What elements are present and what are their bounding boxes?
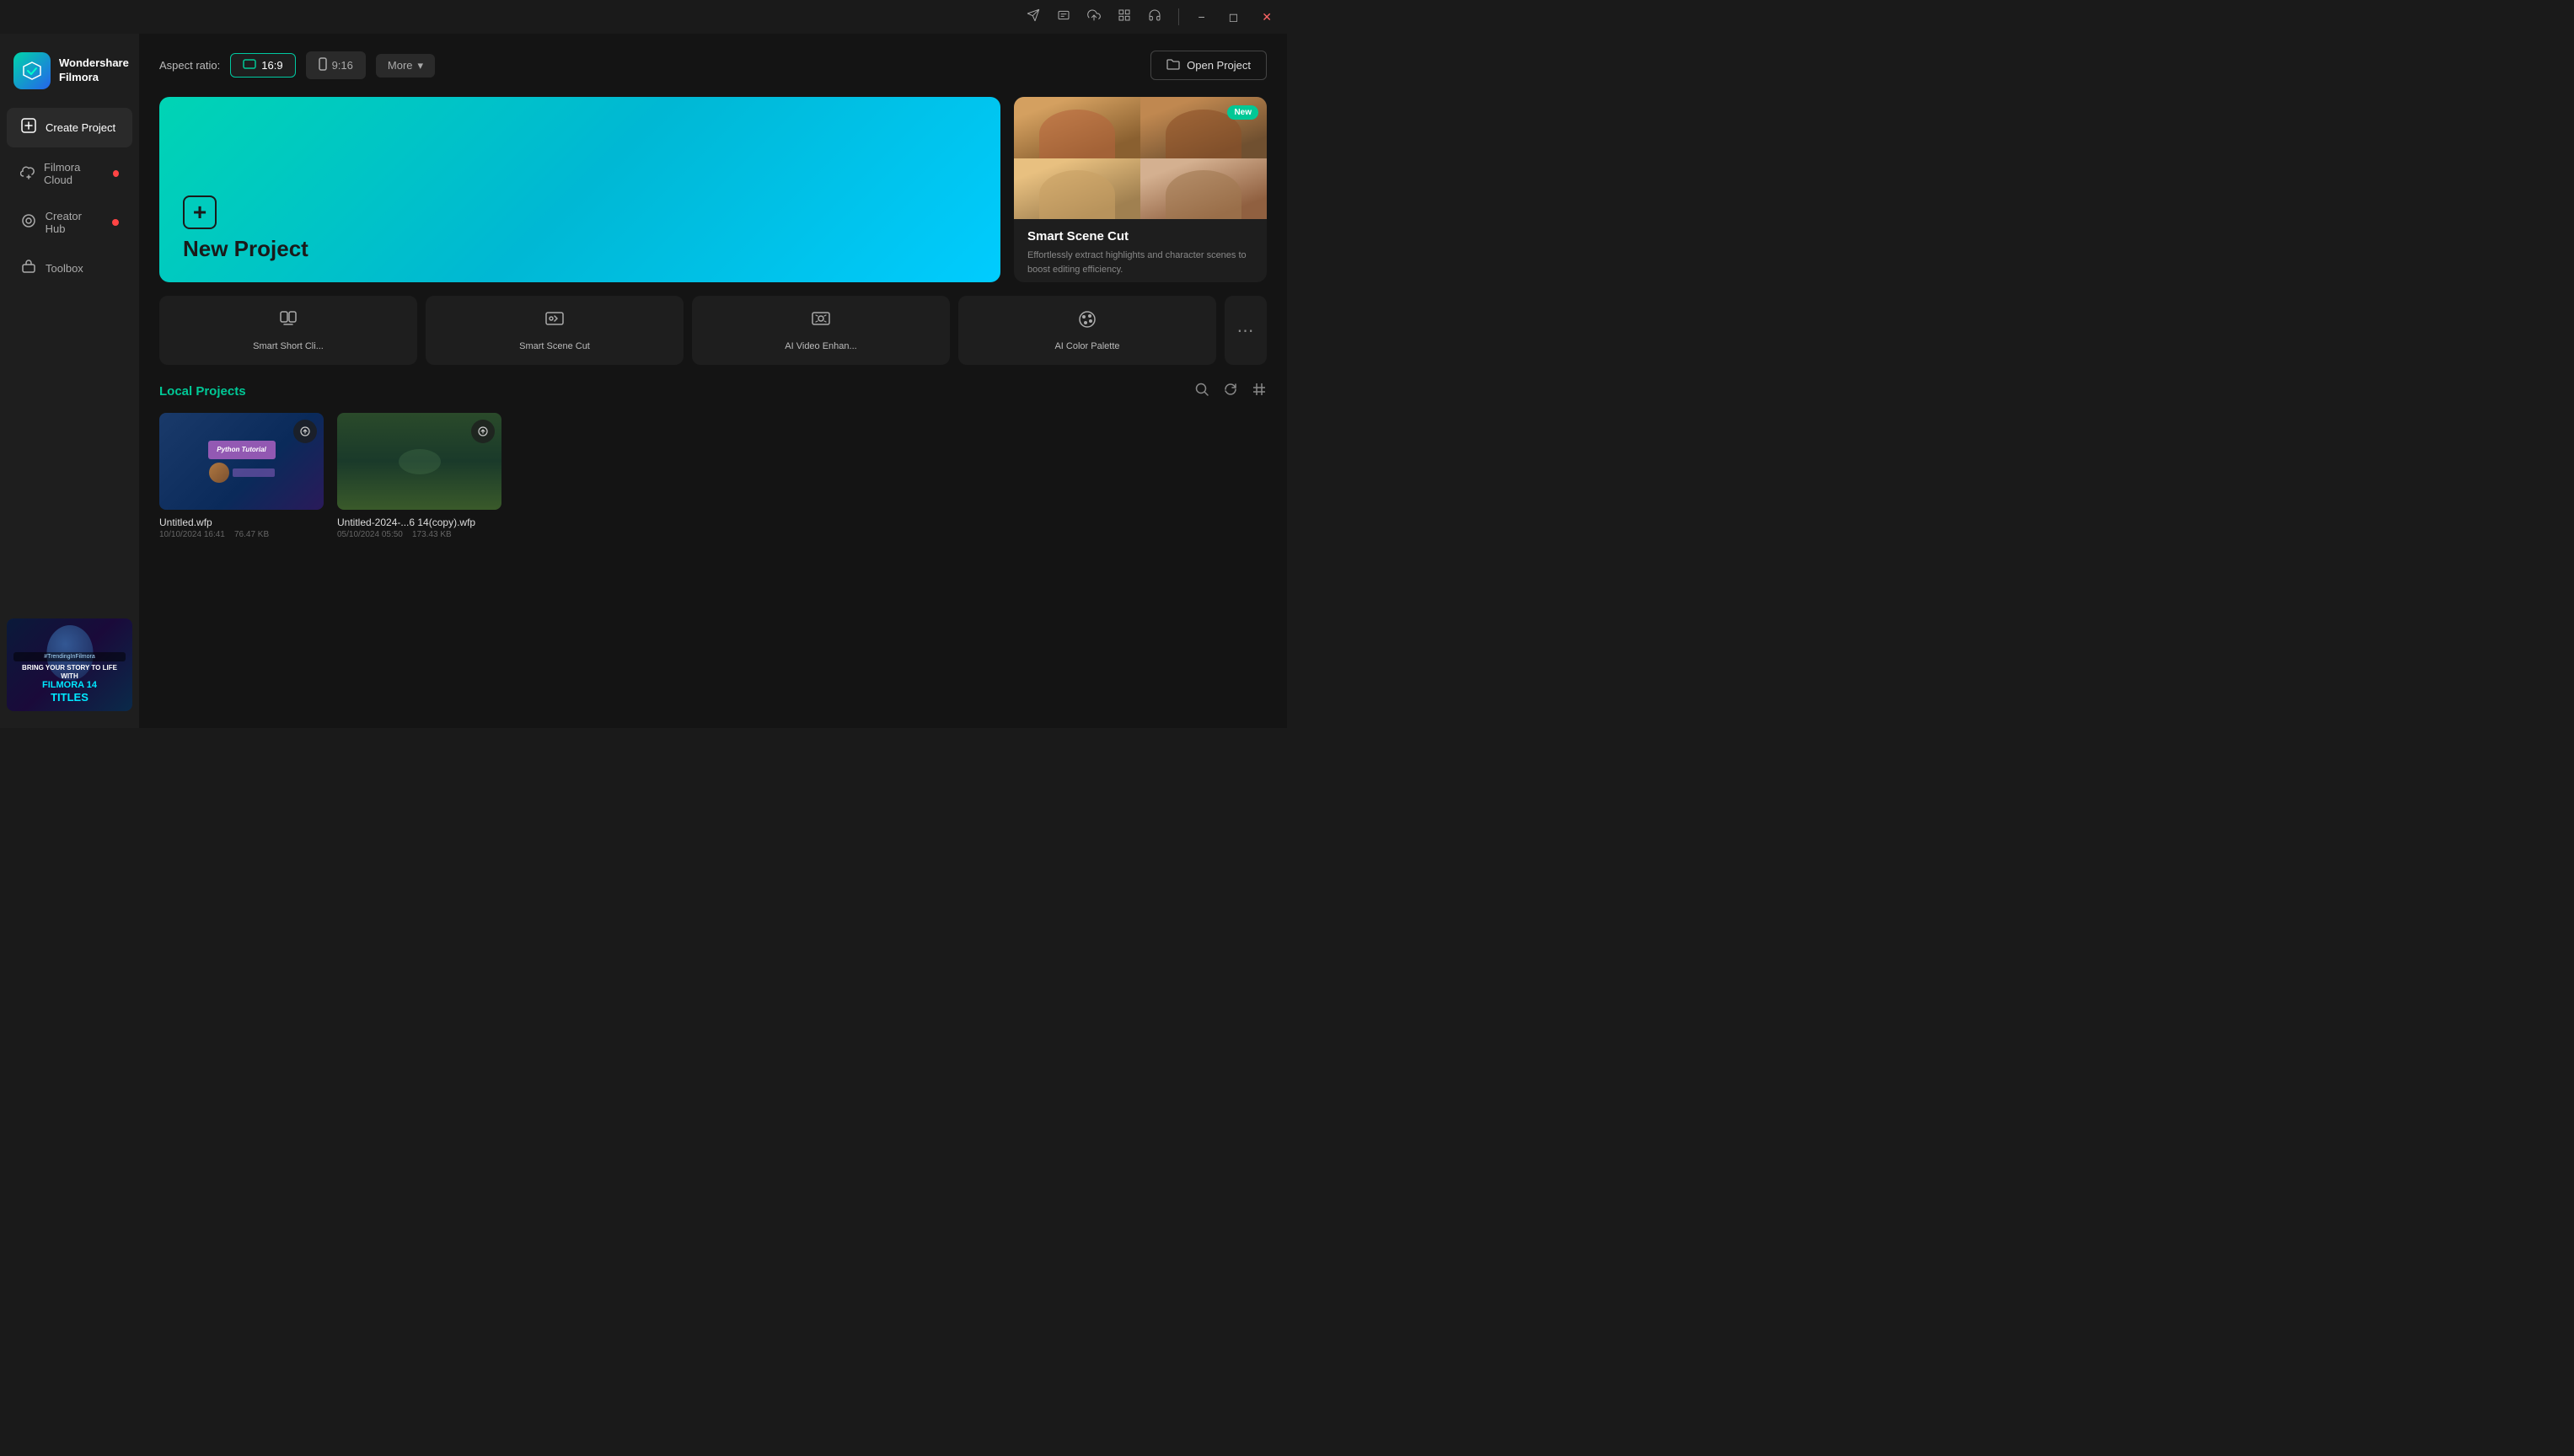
- feature-card-image: New: [1014, 97, 1267, 219]
- grid-icon[interactable]: [1118, 8, 1131, 26]
- monitor-icon: [243, 59, 256, 72]
- app-logo-icon: [13, 52, 51, 89]
- upload-cloud-icon[interactable]: [1087, 8, 1101, 26]
- filmora-cloud-icon: [20, 164, 35, 184]
- banner-title-1: BRING YOUR STORY TO LIFE WITH: [13, 664, 126, 680]
- project-thumbnail-1: Python Tutorial: [159, 413, 324, 510]
- new-project-icon: +: [183, 195, 217, 229]
- title-bar-icons: [1027, 8, 1179, 26]
- tool-ai-video-enhance[interactable]: AI Video Enhan...: [692, 296, 950, 365]
- feature-card-title: Smart Scene Cut: [1027, 229, 1253, 244]
- more-tools-icon: ⋯: [1237, 320, 1255, 341]
- banner-title-3: TITLES: [13, 691, 126, 704]
- project-thumbnail-2: [337, 413, 501, 510]
- smart-scene-cut-icon: [544, 309, 565, 335]
- open-project-label: Open Project: [1187, 59, 1251, 72]
- upload-overlay-1[interactable]: [293, 420, 317, 443]
- banner-title-2: FILMORA 14: [13, 680, 126, 691]
- aspect-ratio-bar: Aspect ratio: 16:9 9:16 More: [159, 51, 1267, 80]
- tool-label: Smart Short Cli...: [253, 341, 324, 351]
- feature-card-body: Smart Scene Cut Effortlessly extract hig…: [1014, 219, 1267, 282]
- create-project-icon: [20, 118, 37, 137]
- sidebar-item-filmora-cloud[interactable]: Filmora Cloud: [7, 151, 132, 196]
- aspect-ratio-label: Aspect ratio:: [159, 59, 220, 72]
- feature-card-description: Effortlessly extract highlights and char…: [1027, 249, 1253, 276]
- chevron-down-icon: ▾: [418, 59, 424, 72]
- ai-color-palette-icon: [1077, 309, 1097, 335]
- notification-dot: [113, 170, 119, 177]
- more-tools-button[interactable]: ⋯: [1225, 296, 1267, 365]
- tool-ai-color-palette[interactable]: AI Color Palette: [958, 296, 1216, 365]
- phone-icon: [319, 57, 327, 73]
- sidebar-item-label: Creator Hub: [46, 210, 105, 235]
- project-meta-1: 10/10/2024 16:41 76.47 KB: [159, 530, 324, 539]
- logo-area: Wondershare Filmora: [0, 44, 139, 106]
- tools-row: Smart Short Cli... Smart Scene Cut: [159, 296, 1267, 365]
- minimize-button[interactable]: −: [1193, 7, 1209, 27]
- grid-view-icon[interactable]: [1252, 382, 1267, 401]
- maximize-button[interactable]: ◻: [1224, 7, 1244, 28]
- tool-smart-scene-cut[interactable]: Smart Scene Cut: [426, 296, 684, 365]
- aspect-9-16-label: 9:16: [332, 59, 353, 72]
- new-project-title: New Project: [183, 236, 977, 262]
- tool-label: AI Color Palette: [1054, 341, 1119, 351]
- sidebar-item-label: Filmora Cloud: [44, 161, 105, 186]
- more-label: More: [388, 59, 413, 72]
- sidebar: Wondershare Filmora Create Project: [0, 34, 139, 728]
- sidebar-item-create-project[interactable]: Create Project: [7, 108, 132, 147]
- smart-short-clip-icon: [278, 309, 298, 335]
- tool-smart-short-clip[interactable]: Smart Short Cli...: [159, 296, 417, 365]
- notification-dot: [112, 219, 119, 226]
- search-icon[interactable]: [1194, 382, 1209, 401]
- project-card-2[interactable]: Untitled-2024-...6 14(copy).wfp 05/10/20…: [337, 413, 501, 539]
- feature-card[interactable]: New Smart Scene Cut Effortlessly extract…: [1014, 97, 1267, 282]
- banner-image: #TrendingInFilmora BRING YOUR STORY TO L…: [7, 618, 132, 711]
- project-name-1: Untitled.wfp: [159, 517, 324, 528]
- projects-grid: Python Tutorial Untitled.: [159, 413, 1267, 539]
- toolbox-icon: [20, 259, 37, 278]
- open-project-button[interactable]: Open Project: [1150, 51, 1267, 80]
- more-aspect-button[interactable]: More ▾: [376, 54, 435, 78]
- project-name-2: Untitled-2024-...6 14(copy).wfp: [337, 517, 501, 528]
- aspect-16-9-button[interactable]: 16:9: [230, 53, 295, 78]
- local-projects-header: Local Projects: [159, 382, 1267, 401]
- aspect-9-16-button[interactable]: 9:16: [306, 51, 366, 79]
- app-name: Wondershare Filmora: [59, 56, 129, 85]
- hero-area: + New Project: [159, 97, 1267, 282]
- ai-video-enhance-icon: [811, 309, 831, 335]
- title-bar: − ◻ ✕: [0, 0, 1287, 34]
- sidebar-item-toolbox[interactable]: Toolbox: [7, 249, 132, 288]
- sidebar-item-creator-hub[interactable]: Creator Hub: [7, 200, 132, 245]
- sidebar-promo-banner[interactable]: #TrendingInFilmora BRING YOUR STORY TO L…: [7, 618, 132, 711]
- app-body: Wondershare Filmora Create Project: [0, 34, 1287, 728]
- tool-label: AI Video Enhan...: [785, 341, 856, 351]
- feature-new-badge: New: [1227, 105, 1258, 120]
- window-controls: − ◻ ✕: [1193, 7, 1277, 28]
- captions-icon[interactable]: [1057, 8, 1070, 26]
- project-meta-2: 05/10/2024 05:50 173.43 KB: [337, 530, 501, 539]
- share-icon[interactable]: [1027, 8, 1040, 26]
- local-projects-actions: [1194, 382, 1267, 401]
- sidebar-item-label: Toolbox: [46, 262, 83, 275]
- main-content: Aspect ratio: 16:9 9:16 More: [139, 34, 1287, 728]
- banner-tag: #TrendingInFilmora: [13, 652, 126, 661]
- folder-icon: [1166, 58, 1180, 72]
- creator-hub-icon: [20, 213, 37, 233]
- refresh-icon[interactable]: [1223, 382, 1238, 401]
- local-projects-title: Local Projects: [159, 384, 246, 399]
- aspect-16-9-label: 16:9: [261, 59, 282, 72]
- tool-label: Smart Scene Cut: [519, 341, 590, 351]
- project-card-1[interactable]: Python Tutorial Untitled.: [159, 413, 324, 539]
- title-bar-divider: [1178, 8, 1179, 25]
- headset-icon[interactable]: [1148, 8, 1161, 26]
- upload-overlay-2[interactable]: [471, 420, 495, 443]
- close-button[interactable]: ✕: [1257, 7, 1277, 28]
- sidebar-item-label: Create Project: [46, 121, 115, 134]
- new-project-card[interactable]: + New Project: [159, 97, 1000, 282]
